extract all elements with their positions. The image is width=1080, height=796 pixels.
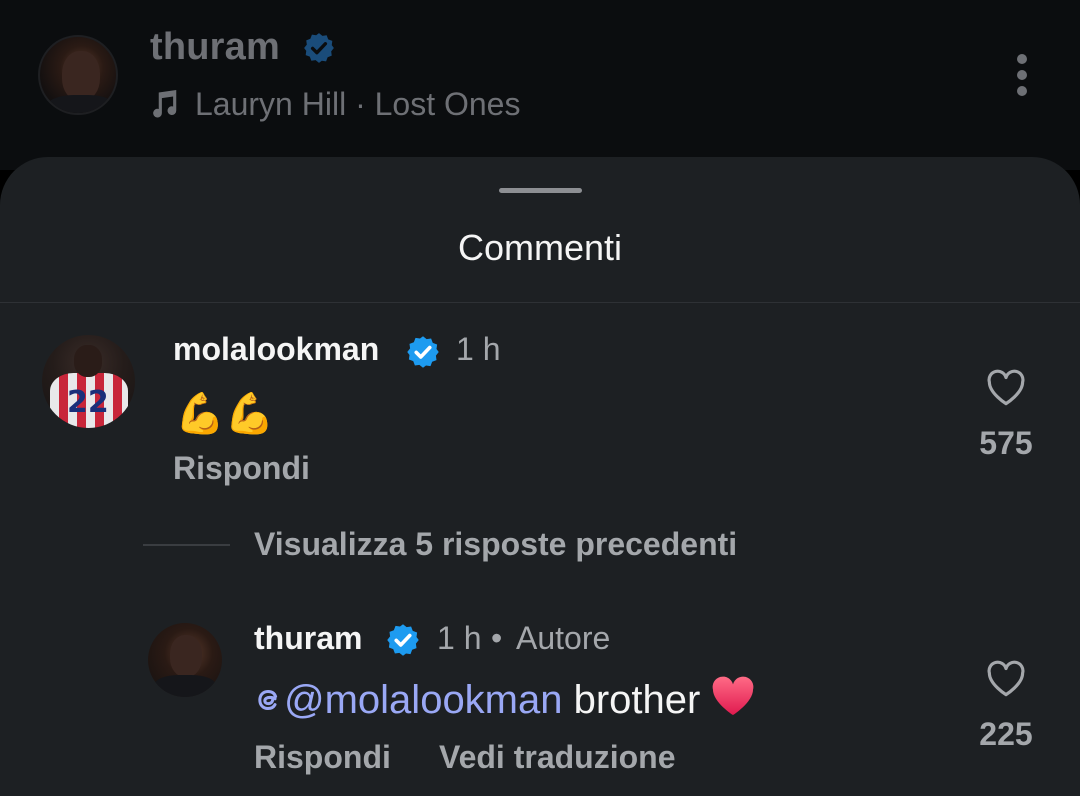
heart-outline-icon[interactable] [985,367,1027,407]
sheet-drag-handle[interactable] [499,188,582,193]
like-count: 225 [979,716,1033,752]
meta-separator: • [491,620,503,656]
commenter-avatar[interactable]: 22 [42,335,135,428]
post-author-avatar[interactable] [38,35,118,115]
post-author-username[interactable]: thuram [150,26,280,69]
comment-text: 💪💪 [175,391,275,437]
post-header: thuram Lauryn Hill · Lost Ones [0,0,1080,170]
view-previous-replies-button[interactable]: Visualizza 5 risposte precedenti [254,526,737,563]
threads-at-icon [258,689,278,711]
post-song-label[interactable]: Lauryn Hill · Lost Ones [195,86,520,123]
author-label: Autore [516,620,611,656]
mention-link[interactable]: @molalookman [284,678,563,722]
see-translation-button[interactable]: Vedi traduzione [439,739,675,776]
reply-timestamp: 1 h [437,620,482,656]
reply-text: brother [562,678,701,722]
reply-button[interactable]: Rispondi [254,739,391,776]
comment-timestamp: 1 h [456,331,501,367]
comment-username[interactable]: molalookman [173,331,379,368]
music-note-icon [153,90,177,118]
verified-badge-icon [387,624,419,656]
reply-author-avatar[interactable] [148,623,222,697]
red-heart-emoji [712,676,754,716]
replies-thread-line [143,544,230,546]
avatar-jersey-number: 22 [67,385,109,420]
reply-button[interactable]: Rispondi [173,450,310,487]
more-options-icon[interactable] [1008,52,1036,98]
header-divider [0,302,1080,303]
reply-text-line: @molalookman brother [254,675,756,723]
sheet-title: Commenti [457,227,623,268]
verified-badge-icon [304,33,334,63]
reply-username[interactable]: thuram [254,620,362,657]
heart-outline-icon[interactable] [985,658,1027,698]
verified-badge-icon [407,336,439,368]
like-count: 575 [979,425,1033,461]
